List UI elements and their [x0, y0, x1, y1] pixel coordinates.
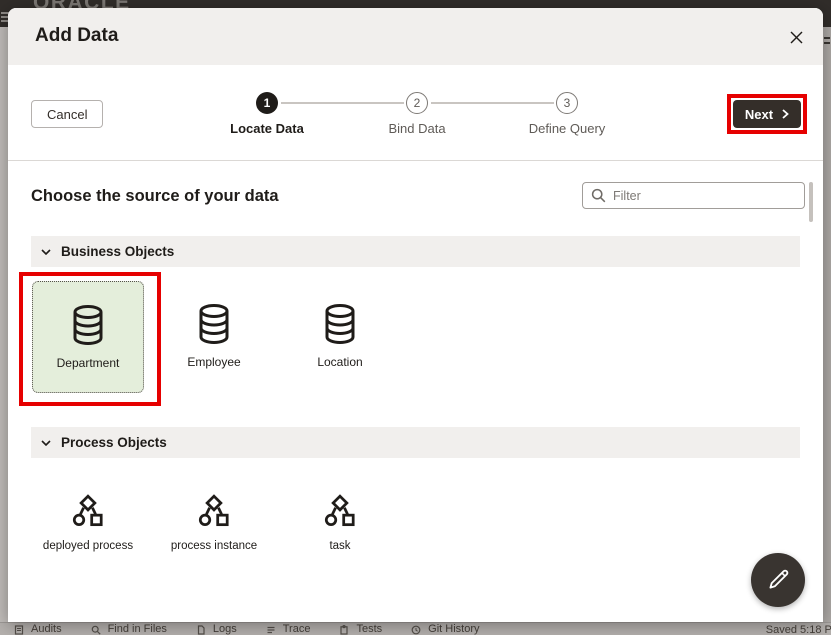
saved-status: Saved 5:18 PM	[766, 624, 831, 635]
database-icon	[318, 302, 362, 346]
database-icon	[192, 302, 236, 346]
step-define-query[interactable]: 3 Define Query	[497, 92, 637, 136]
page-left-edge	[0, 27, 8, 622]
edge-mark	[824, 37, 830, 39]
next-button-label: Next	[745, 107, 773, 122]
clock-icon	[411, 625, 421, 635]
tile-department[interactable]: Department	[32, 281, 144, 393]
step-locate-data[interactable]: 1 Locate Data	[197, 92, 337, 136]
step-number: 2	[406, 92, 428, 114]
section-business-objects[interactable]: Business Objects	[31, 236, 800, 267]
tile-location[interactable]: Location	[284, 281, 396, 393]
close-icon	[790, 31, 803, 44]
page-right-edge	[823, 27, 831, 622]
chevron-right-icon	[782, 109, 789, 119]
footer-item-audits[interactable]: Audits	[14, 623, 62, 635]
footer-item-label: Tests	[356, 623, 382, 635]
filter-field[interactable]	[582, 182, 805, 209]
step-bind-data[interactable]: 2 Bind Data	[347, 92, 487, 136]
edge-mark	[824, 42, 830, 44]
filter-input[interactable]	[613, 189, 796, 203]
dialog-title: Add Data	[35, 25, 118, 47]
step-label: Define Query	[497, 121, 637, 136]
process-hierarchy-icon	[69, 493, 107, 531]
tile-label: deployed process	[43, 540, 133, 552]
add-data-dialog: Add Data Cancel 1 Locate Data 2 Bind Dat…	[8, 8, 823, 622]
cancel-button[interactable]: Cancel	[31, 100, 103, 128]
tile-label: Department	[57, 356, 120, 370]
tile-employee[interactable]: Employee	[158, 281, 270, 393]
dialog-header: Add Data	[8, 8, 823, 65]
tile-label: Location	[317, 355, 362, 369]
footer-item-label: Git History	[428, 623, 479, 635]
chevron-down-icon	[41, 440, 51, 446]
step-number: 1	[256, 92, 278, 114]
footer-item-trace[interactable]: Trace	[266, 623, 311, 635]
pencil-icon	[765, 567, 791, 593]
tile-label: Employee	[187, 355, 240, 369]
footer-item-tests[interactable]: Tests	[339, 623, 382, 635]
trace-icon	[266, 625, 276, 635]
chevron-down-icon	[41, 249, 51, 255]
footer-item-git-history[interactable]: Git History	[411, 623, 479, 635]
footer-item-label: Audits	[31, 623, 62, 635]
divider	[8, 160, 823, 161]
step-label: Bind Data	[347, 121, 487, 136]
footer-item-label: Find in Files	[108, 623, 167, 635]
section-label: Business Objects	[61, 244, 174, 259]
tile-process-instance[interactable]: process instance	[151, 493, 277, 552]
edit-fab-button[interactable]	[751, 553, 805, 607]
next-button[interactable]: Next	[733, 100, 801, 128]
footer-item-label: Logs	[213, 623, 237, 635]
step-number: 3	[556, 92, 578, 114]
section-label: Process Objects	[61, 435, 167, 450]
footer-item-find-in-files[interactable]: Find in Files	[91, 623, 167, 635]
search-icon	[91, 625, 101, 635]
close-button[interactable]	[785, 26, 807, 48]
process-hierarchy-icon	[195, 493, 233, 531]
step-label: Locate Data	[197, 121, 337, 136]
scrollbar-thumb[interactable]	[809, 182, 813, 222]
database-icon	[66, 303, 110, 347]
footer-item-logs[interactable]: Logs	[196, 623, 237, 635]
page-title: Choose the source of your data	[31, 187, 279, 206]
tests-icon	[339, 625, 349, 635]
tile-task[interactable]: task	[277, 493, 403, 552]
logs-icon	[196, 625, 206, 635]
tile-label: process instance	[171, 540, 257, 552]
section-process-objects[interactable]: Process Objects	[31, 427, 800, 458]
audits-icon	[14, 625, 24, 635]
tile-deployed-process[interactable]: deployed process	[25, 493, 151, 552]
process-hierarchy-icon	[321, 493, 359, 531]
status-footer-bar: Audits Find in Files Logs Trace Tests Gi…	[0, 622, 831, 635]
footer-item-label: Trace	[283, 623, 311, 635]
tile-label: task	[329, 540, 350, 552]
search-icon	[591, 188, 606, 203]
